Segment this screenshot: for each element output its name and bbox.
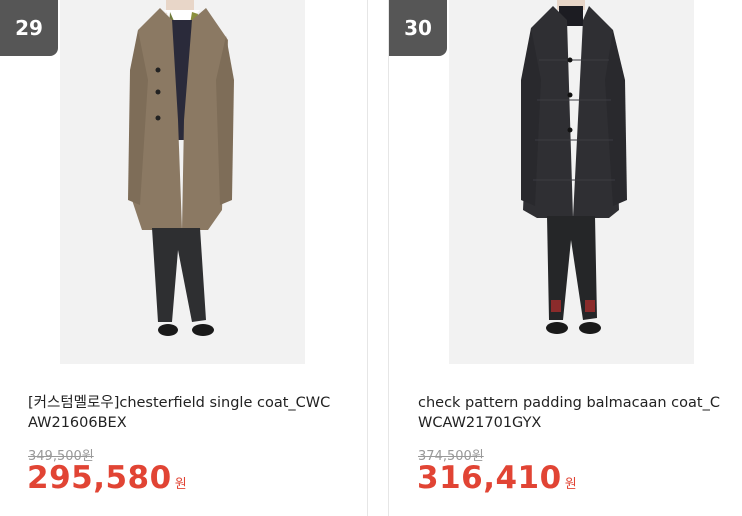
rank-badge: 30 — [389, 0, 447, 56]
coat-charcoal-photo-icon — [449, 0, 694, 364]
product-image[interactable] — [449, 0, 694, 364]
card-divider — [367, 0, 368, 516]
product-image[interactable] — [60, 0, 305, 364]
product-title[interactable]: check pattern padding balmacaan coat_CWC… — [418, 393, 723, 433]
coat-beige-photo-icon — [60, 0, 305, 364]
sale-price: 295,580 — [27, 460, 172, 496]
product-card[interactable]: 29 [커스텀멜로우]chesterfield single coat_CWCA… — [0, 0, 367, 516]
product-card[interactable]: 30 check pattern padding balmacaan coat_… — [389, 0, 742, 516]
product-title[interactable]: [커스텀멜로우]chesterfield single coat_CWCAW21… — [28, 393, 338, 433]
rank-badge: 29 — [0, 0, 58, 56]
sale-price-group: 316,410 원 — [417, 460, 577, 496]
currency-label: 원 — [564, 477, 577, 492]
sale-price: 316,410 — [417, 460, 562, 496]
currency-label: 원 — [174, 477, 187, 492]
sale-price-group: 295,580 원 — [27, 460, 187, 496]
